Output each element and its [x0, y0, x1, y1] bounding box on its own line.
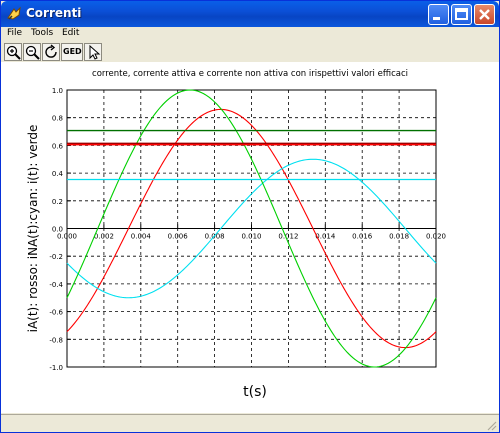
app-window: Correnti File Tools Edit GED corrente, c…: [0, 0, 500, 433]
rotate-icon: [45, 44, 57, 58]
maximize-button[interactable]: [451, 4, 472, 25]
x-tick-label: 0.002: [94, 233, 114, 241]
y-tick-label: 0.0: [52, 226, 63, 234]
y-tick-label: -0.6: [49, 309, 63, 317]
close-button[interactable]: [474, 4, 495, 25]
chart-title: corrente, corrente attiva e corrente non…: [92, 69, 408, 79]
y-tick-label: -1.0: [49, 364, 63, 372]
y-tick-label: 0.8: [52, 115, 63, 123]
x-tick-label: 0.004: [131, 233, 152, 241]
y-tick-label: 0.2: [52, 198, 63, 206]
scilab-app-icon: [7, 6, 21, 20]
x-tick-label: 0.010: [241, 233, 261, 241]
y-tick-label: -0.4: [49, 281, 63, 289]
geo-button[interactable]: GED: [61, 43, 83, 61]
menu-file[interactable]: File: [7, 28, 22, 38]
x-tick-label: 0.016: [352, 233, 373, 241]
y-tick-label: -0.2: [49, 253, 63, 261]
title-bar[interactable]: Correnti: [1, 1, 499, 27]
x-axis-label: t(s): [243, 384, 267, 400]
y-tick-label: 0.4: [52, 170, 64, 178]
minimize-icon: [433, 17, 440, 20]
menu-tools[interactable]: Tools: [31, 28, 53, 38]
x-tick-label: 0.006: [168, 233, 189, 241]
x-tick-label: 0.018: [389, 233, 409, 241]
y-axis-label: iA(t): rosso: iNA(t):cyan: i(t): verde: [26, 125, 40, 333]
menu-edit[interactable]: Edit: [62, 28, 79, 38]
minimize-button[interactable]: [428, 4, 449, 25]
maximize-icon: [455, 8, 468, 20]
zoom-in-icon: [6, 45, 21, 60]
x-tick-label: 0.012: [278, 233, 298, 241]
geo-label: GED: [63, 47, 82, 56]
status-bar: [1, 414, 499, 432]
zoom-out-button[interactable]: [23, 43, 41, 61]
menu-bar: File Tools Edit: [1, 27, 499, 41]
plot-svg: corrente, corrente attiva e corrente non…: [26, 69, 446, 400]
x-tick-label: 0.000: [57, 233, 77, 241]
pointer-button[interactable]: [84, 43, 102, 61]
close-icon: [479, 9, 490, 20]
zoom-out-icon: [25, 45, 40, 60]
zoom-in-button[interactable]: [4, 43, 22, 61]
window-title: Correnti: [26, 6, 82, 20]
graphic-canvas[interactable]: corrente, corrente attiva e corrente non…: [1, 62, 499, 413]
pointer-icon: [89, 44, 101, 60]
y-tick-label: 0.6: [52, 142, 64, 150]
y-tick-label: 1.0: [52, 87, 63, 95]
rotate-button[interactable]: [42, 43, 60, 61]
y-tick-label: -0.8: [49, 336, 63, 344]
x-tick-label: 0.020: [426, 233, 446, 241]
toolbar: GED: [1, 42, 499, 62]
resize-grip-icon[interactable]: [485, 419, 497, 431]
